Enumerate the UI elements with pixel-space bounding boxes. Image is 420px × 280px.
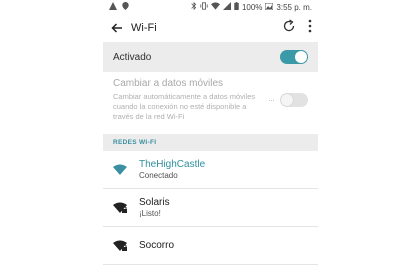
network-name: Socorro bbox=[139, 240, 175, 251]
back-button[interactable] bbox=[109, 20, 125, 36]
phone-screen: 100% 3:55 p. m. Wi-Fi Activado Cambiar a… bbox=[103, 0, 318, 280]
mobile-data-row[interactable]: Cambiar a datos móviles Cambiar automáti… bbox=[103, 72, 318, 128]
network-status: ¡Listo! bbox=[139, 209, 161, 218]
arrow-back-icon bbox=[111, 23, 122, 33]
network-status: Conectado bbox=[139, 171, 178, 180]
image-icon bbox=[264, 2, 274, 12]
wifi-locked-icon bbox=[113, 240, 131, 252]
wifi-locked-icon bbox=[113, 202, 131, 214]
vibrate-icon bbox=[200, 2, 208, 12]
page-title: Wi-Fi bbox=[131, 22, 157, 34]
network-name: TheHighCastle bbox=[139, 159, 206, 170]
mobile-data-title: Cambiar a datos móviles bbox=[113, 78, 224, 89]
refresh-button[interactable] bbox=[282, 18, 296, 38]
map-pin-icon bbox=[122, 2, 129, 12]
battery-level: 100% bbox=[241, 2, 263, 12]
wifi-switch[interactable] bbox=[280, 50, 308, 64]
network-item-solaris[interactable]: Solaris ¡Listo! bbox=[103, 189, 318, 227]
network-item-thehighcastle[interactable]: TheHighCastle Conectado bbox=[103, 151, 318, 189]
wifi-status-icon bbox=[210, 2, 220, 12]
wifi-toggle-label: Activado bbox=[113, 51, 152, 63]
networks-section-title: REDES WI-FI bbox=[113, 139, 157, 146]
mobile-data-switch[interactable] bbox=[280, 93, 308, 107]
more-horiz-icon: ··· bbox=[268, 95, 275, 105]
networks-section-header: REDES WI-FI bbox=[103, 134, 318, 151]
wifi-connected-icon bbox=[113, 164, 131, 175]
warning-icon bbox=[109, 2, 117, 12]
overflow-menu-button[interactable] bbox=[308, 19, 312, 38]
signal-icon bbox=[222, 2, 231, 12]
wifi-master-toggle-row[interactable]: Activado bbox=[103, 42, 318, 72]
refresh-icon bbox=[283, 18, 295, 31]
more-vert-icon bbox=[308, 19, 312, 32]
mobile-data-description: Cambiar automáticamente a datos móviles … bbox=[113, 92, 256, 121]
network-item-socorro[interactable]: Socorro bbox=[103, 227, 318, 265]
bluetooth-icon bbox=[191, 1, 197, 12]
clock-time: 3:55 p. m. bbox=[276, 2, 312, 12]
status-bar: 100% 3:55 p. m. bbox=[103, 0, 318, 14]
app-bar: Wi-Fi bbox=[103, 14, 318, 42]
network-name: Solaris bbox=[139, 197, 170, 208]
battery-icon bbox=[234, 2, 239, 12]
